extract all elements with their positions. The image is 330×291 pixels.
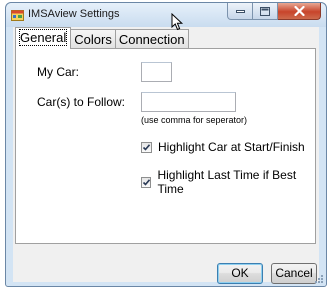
caption-buttons bbox=[227, 3, 321, 21]
maximize-icon bbox=[260, 6, 270, 16]
app-icon bbox=[11, 10, 24, 21]
title-bar[interactable]: IMSAview Settings bbox=[6, 3, 326, 27]
maximize-button[interactable] bbox=[253, 3, 278, 20]
general-tab-panel: My Car: Car(s) to Follow: (use comma for… bbox=[15, 48, 316, 244]
minimize-icon bbox=[235, 10, 245, 13]
dialog-client-area: General Colors Connection My Car: Car(s)… bbox=[13, 27, 319, 284]
my-car-input[interactable] bbox=[141, 62, 172, 82]
resize-grip-icon[interactable] bbox=[314, 274, 324, 284]
cancel-button[interactable]: Cancel bbox=[271, 263, 317, 284]
checkmark-icon bbox=[142, 178, 151, 186]
tab-connection-label: Connection bbox=[118, 32, 185, 47]
tab-colors-label: Colors bbox=[74, 32, 112, 47]
follow-hint: (use comma for seperator) bbox=[141, 115, 248, 125]
highlight-start-finish-option[interactable]: Highlight Car at Start/Finish bbox=[141, 140, 305, 154]
tab-colors[interactable]: Colors bbox=[71, 29, 116, 48]
highlight-best-time-option[interactable]: Highlight Last Time if Best Time bbox=[141, 168, 315, 196]
window-title: IMSAview Settings bbox=[28, 8, 120, 20]
mouse-cursor-icon bbox=[171, 13, 184, 31]
checkmark-icon bbox=[142, 143, 151, 151]
highlight-best-time-checkbox[interactable] bbox=[141, 176, 152, 188]
highlight-start-finish-label: Highlight Car at Start/Finish bbox=[158, 140, 305, 154]
close-button[interactable] bbox=[278, 3, 321, 20]
tab-connection[interactable]: Connection bbox=[115, 29, 189, 48]
follow-label: Car(s) to Follow: bbox=[37, 95, 126, 109]
my-car-label: My Car: bbox=[37, 65, 79, 79]
settings-window: IMSAview Settings General Colors Connect… bbox=[5, 2, 327, 287]
minimize-button[interactable] bbox=[227, 3, 253, 20]
highlight-best-time-label: Highlight Last Time if Best Time bbox=[157, 168, 297, 196]
tab-strip: General Colors Connection bbox=[15, 27, 189, 49]
close-icon bbox=[293, 6, 305, 16]
tab-general[interactable]: General bbox=[15, 27, 72, 49]
tab-general-label: General bbox=[18, 29, 68, 46]
ok-button[interactable]: OK bbox=[217, 263, 263, 284]
follow-input[interactable] bbox=[141, 92, 236, 112]
highlight-start-finish-checkbox[interactable] bbox=[141, 141, 152, 153]
